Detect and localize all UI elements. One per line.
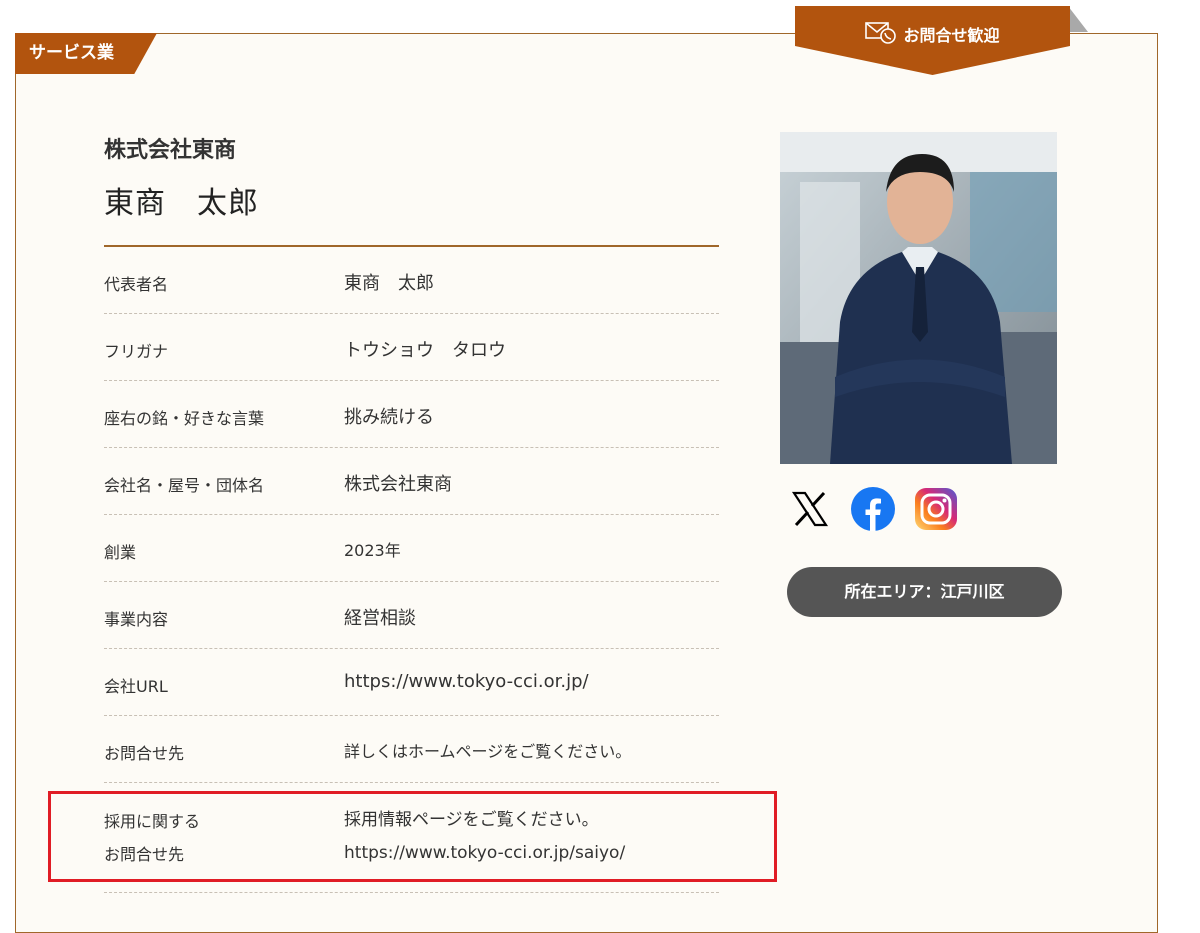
profile-photo	[780, 132, 1057, 464]
row-label: 座右の銘・好きな言葉	[104, 409, 265, 428]
row-value: 経営相談	[344, 608, 416, 629]
company-name: 株式会社東商	[104, 138, 237, 163]
row-label: 事業内容	[104, 610, 169, 629]
row-value: 東商 太郎	[344, 273, 434, 294]
table-row: 事業内容 経営相談	[104, 582, 719, 649]
person-name: 東商 太郎	[104, 186, 259, 221]
row-label: 会社URL	[104, 677, 168, 696]
company-url-link[interactable]: https://www.tokyo-cci.or.jp/	[344, 671, 589, 692]
table-row: 会社URL https://www.tokyo-cci.or.jp/	[104, 649, 719, 716]
row-label: 代表者名	[104, 275, 169, 294]
row-value: 株式会社東商	[344, 474, 452, 495]
table-row: 座右の銘・好きな言葉 挑み続ける	[104, 381, 719, 448]
table-row: フリガナ トウショウ タロウ	[104, 314, 719, 381]
row-value: 2023年	[344, 541, 401, 560]
row-value: 詳しくはホームページをご覧ください。	[344, 742, 632, 761]
row-label: フリガナ	[104, 342, 169, 361]
contact-banner-label: お問合せ歓迎	[903, 26, 1000, 45]
facebook-icon[interactable]	[851, 487, 895, 531]
table-row: 代表者名 東商 太郎	[104, 247, 719, 314]
row-label: お問合せ先	[104, 744, 185, 763]
row-value: トウショウ タロウ	[344, 340, 506, 361]
x-icon[interactable]	[788, 487, 832, 531]
row-value: 挑み続ける	[344, 407, 434, 428]
ribbon-fold	[1068, 6, 1088, 32]
table-row: 創業 2023年	[104, 515, 719, 582]
table-row: 会社名・屋号・団体名 株式会社東商	[104, 448, 719, 515]
table-row: お問合せ先 詳しくはホームページをご覧ください。	[104, 716, 719, 783]
category-tag: サービス業	[15, 33, 157, 74]
row-label: 会社名・屋号・団体名	[104, 476, 265, 495]
mail-phone-icon	[865, 20, 897, 48]
instagram-icon[interactable]	[914, 487, 958, 531]
highlight-box	[48, 791, 777, 882]
row-label: 創業	[104, 543, 137, 562]
area-badge: 所在エリア：江戸川区	[787, 567, 1062, 617]
social-links	[788, 487, 958, 531]
